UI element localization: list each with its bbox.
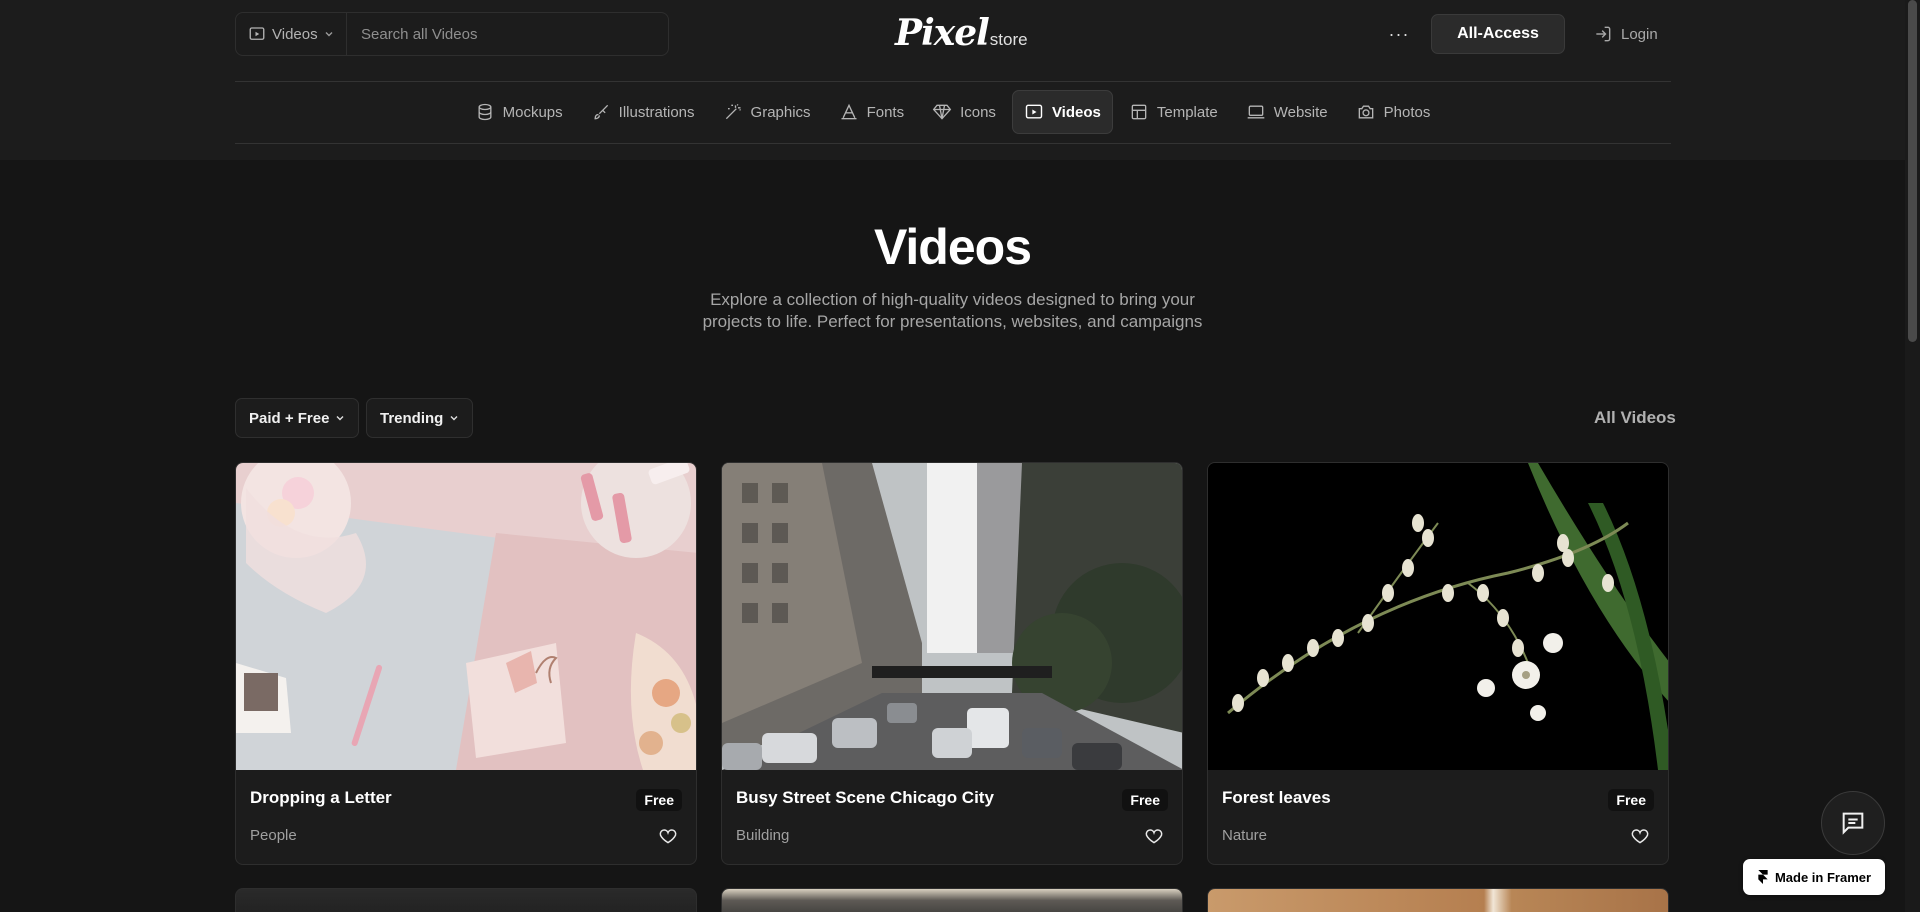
page-subtitle: Explore a collection of high-quality vid…	[702, 290, 1203, 331]
price-badge: Free	[1122, 789, 1168, 811]
scrollbar-thumb[interactable]	[1908, 0, 1917, 342]
page-title: Videos	[873, 219, 1032, 275]
nav-label: Icons	[960, 103, 996, 121]
video-card[interactable]	[1207, 888, 1669, 912]
divider	[235, 81, 1671, 82]
top-bar: Videos Pixel store ··· All-Access Login	[235, 12, 1671, 56]
video-thumbnail[interactable]	[722, 463, 1182, 770]
logo-sub: store	[989, 30, 1028, 49]
video-category: Nature	[1222, 827, 1268, 844]
video-category: Building	[736, 827, 790, 844]
nav-item-videos[interactable]: Videos	[1011, 90, 1113, 134]
more-icon: ···	[1388, 23, 1410, 44]
heart-icon[interactable]	[1630, 826, 1650, 846]
nav-label: Graphics	[750, 103, 811, 121]
video-card[interactable]	[721, 888, 1183, 912]
diamond-icon	[932, 104, 952, 120]
search-category-select[interactable]: Videos	[236, 13, 347, 55]
more-options-button[interactable]: ···	[1387, 22, 1411, 46]
video-title[interactable]: Dropping a Letter	[250, 788, 392, 808]
scrollbar[interactable]	[1905, 0, 1920, 912]
search-input[interactable]	[347, 13, 668, 55]
heart-icon[interactable]	[658, 826, 678, 846]
type-icon	[841, 103, 857, 120]
nav-label: Videos	[1051, 103, 1101, 121]
chat-icon	[1842, 812, 1864, 835]
login-icon	[1596, 26, 1611, 42]
nav-label: Website	[1273, 103, 1328, 121]
nav-item-fonts[interactable]: Fonts	[827, 90, 917, 134]
layout-icon	[1131, 104, 1147, 120]
all-videos-link[interactable]: All Videos	[1594, 408, 1676, 428]
nav-label: Template	[1156, 103, 1218, 121]
nav-item-icons[interactable]: Icons	[920, 90, 1008, 134]
video-card[interactable]	[235, 888, 697, 912]
video-icon	[249, 27, 265, 40]
nav-item-website[interactable]: Website	[1234, 90, 1340, 134]
login-link[interactable]: Login	[1593, 12, 1658, 56]
framer-label: Made in Framer	[1774, 869, 1872, 885]
video-category: People	[250, 827, 297, 844]
search-category-label: Videos	[272, 25, 318, 43]
video-thumbnail[interactable]	[236, 463, 696, 770]
divider	[235, 143, 1671, 144]
nav-item-illustrations[interactable]: Illustrations	[579, 90, 707, 134]
site-header: Videos Pixel store ··· All-Access Login …	[0, 0, 1905, 160]
logo[interactable]: Pixel store	[895, 12, 1028, 56]
made-in-framer-badge[interactable]: Made in Framer	[1743, 859, 1885, 895]
nav-label: Fonts	[866, 103, 905, 121]
chat-button[interactable]	[1821, 791, 1885, 855]
nav-item-photos[interactable]: Photos	[1344, 90, 1443, 134]
pricing-filter-label: Paid + Free	[249, 409, 330, 427]
logo-main: Pixel	[895, 12, 990, 54]
pricing-filter-dropdown[interactable]: Paid + Free	[235, 398, 360, 438]
chevron-down-icon	[336, 416, 344, 421]
category-nav: Mockups Illustrations Graphics Fonts Ico…	[0, 90, 1905, 134]
all-access-button[interactable]: All-Access	[1431, 14, 1565, 54]
heart-icon[interactable]	[1144, 826, 1164, 846]
nav-item-template[interactable]: Template	[1117, 90, 1230, 134]
framer-icon	[1758, 870, 1768, 884]
video-card[interactable]: Dropping a Letter Free People	[235, 462, 697, 865]
nav-item-mockups[interactable]: Mockups	[463, 90, 575, 134]
video-card[interactable]: Forest leaves Free Nature	[1207, 462, 1669, 865]
search-box: Videos	[235, 12, 669, 56]
brush-icon	[594, 104, 608, 120]
database-icon	[478, 103, 492, 121]
price-badge: Free	[636, 789, 682, 811]
video-card[interactable]: Busy Street Scene Chicago City Free Buil…	[721, 462, 1183, 865]
camera-icon	[1358, 105, 1373, 119]
video-thumbnail[interactable]	[1208, 463, 1668, 770]
sort-filter-label: Trending	[380, 409, 444, 427]
laptop-icon	[1247, 105, 1265, 119]
price-badge: Free	[1608, 789, 1654, 811]
nav-item-graphics[interactable]: Graphics	[711, 90, 823, 134]
nav-label: Photos	[1383, 103, 1431, 121]
video-title[interactable]: Forest leaves	[1222, 788, 1331, 808]
video-title[interactable]: Busy Street Scene Chicago City	[736, 788, 994, 808]
sort-filter-dropdown[interactable]: Trending	[366, 398, 474, 438]
chevron-down-icon	[450, 416, 458, 421]
login-label: Login	[1621, 25, 1658, 43]
nav-label: Illustrations	[618, 103, 695, 121]
wand-icon	[725, 104, 741, 120]
nav-label: Mockups	[502, 103, 563, 121]
chevron-down-icon	[325, 32, 333, 37]
video-icon	[1025, 104, 1043, 119]
